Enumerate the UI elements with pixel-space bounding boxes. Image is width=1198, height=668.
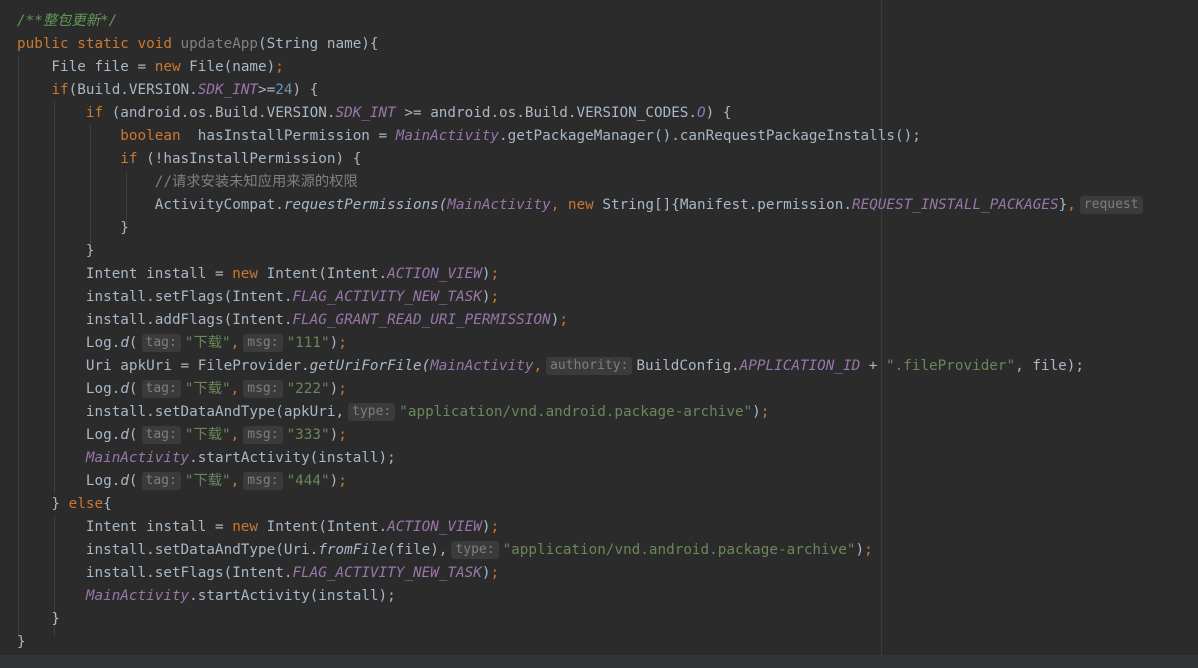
code-line: Log.d(tag: "下载", msg: "111");	[85, 334, 347, 352]
code-line: Log.d(tag: "下载", msg: "222");	[85, 380, 347, 398]
code-line: boolean hasInstallPermission = MainActiv…	[120, 128, 921, 144]
code-line: install.setFlags(Intent.FLAG_ACTIVITY_NE…	[85, 289, 500, 305]
code-lines: /**整包更新*/ public static void updateApp(S…	[17, 10, 1147, 654]
code-line: if (android.os.Build.VERSION.SDK_INT >= …	[85, 105, 732, 121]
param-hint: tag:	[141, 380, 181, 398]
line-comment: //请求安装未知应用来源的权限	[154, 174, 358, 190]
code-line: Log.d(tag: "下载", msg: "333");	[85, 426, 347, 444]
code-line: }	[17, 243, 95, 259]
param-hint: tag:	[141, 426, 181, 444]
code-line: install.setDataAndType(apkUri, type: "appl…	[85, 403, 770, 421]
code-editor[interactable]: /**整包更新*/ public static void updateApp(S…	[0, 0, 1198, 668]
param-hint: tag:	[141, 472, 181, 490]
code-line: MainActivity.startActivity(install);	[85, 450, 396, 466]
code-line: MainActivity.startActivity(install);	[85, 588, 396, 604]
code-line: } else{	[17, 496, 112, 512]
code-line: }	[17, 634, 26, 650]
param-hint: msg:	[243, 472, 283, 490]
param-hint: request	[1079, 196, 1143, 214]
param-hint: msg:	[243, 426, 283, 444]
code-line: if (!hasInstallPermission) {	[120, 151, 362, 167]
code-line: install.setFlags(Intent.FLAG_ACTIVITY_NE…	[85, 565, 500, 581]
param-hint: type:	[451, 541, 499, 559]
horizontal-scrollbar[interactable]	[0, 655, 1198, 668]
param-hint: msg:	[243, 380, 283, 398]
param-hint: msg:	[243, 334, 283, 352]
code-line: ActivityCompat.requestPermissions(MainAc…	[17, 194, 1147, 217]
code-line: File file = new File(name);	[17, 59, 284, 75]
param-hint: tag:	[141, 334, 181, 352]
code-line: Uri apkUri = FileProvider.getUriForFile(…	[85, 357, 1085, 375]
code-line: if(Build.VERSION.SDK_INT>=24) {	[51, 82, 319, 98]
param-hint: type:	[348, 403, 396, 421]
doc-comment: /**整包更新*/	[17, 13, 118, 29]
code-line: }	[17, 611, 61, 627]
code-line: Log.d(tag: "下载", msg: "444");	[85, 472, 347, 490]
code-line: /**整包更新*/	[17, 10, 1147, 33]
code-line: install.setDataAndType(Uri.fromFile(file…	[85, 541, 873, 559]
code-line: }	[17, 220, 129, 236]
param-hint: authority:	[546, 357, 633, 375]
code-line: Intent install = new Intent(Intent.ACTIO…	[85, 519, 500, 535]
code-line: public static void updateApp(String name…	[17, 36, 379, 52]
code-line: //请求安装未知应用来源的权限	[17, 171, 1147, 194]
code-line: install.addFlags(Intent.FLAG_GRANT_READ_…	[85, 312, 568, 328]
code-line: Intent install = new Intent(Intent.ACTIO…	[85, 266, 500, 282]
